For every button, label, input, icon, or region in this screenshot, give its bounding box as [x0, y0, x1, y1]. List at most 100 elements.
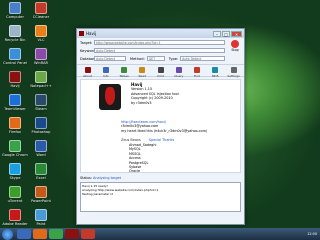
taskbar-app-icon[interactable]: [17, 229, 31, 239]
app-icon: [9, 48, 21, 60]
toolbar-button[interactable]: Find Admin: [190, 66, 205, 82]
taskbar: 12:00: [0, 228, 320, 240]
toolbar-button[interactable]: Read Files: [135, 66, 150, 82]
tool-icon: [212, 67, 219, 73]
title-bar[interactable]: Havij – □ ✕: [77, 29, 244, 38]
app-icon: [35, 209, 47, 221]
log-line: Testing parameter id: [82, 192, 114, 196]
app-icon: [35, 94, 47, 106]
taskbar-app-icon[interactable]: [81, 229, 95, 239]
app-icon: [9, 94, 21, 106]
desktop-icon-label: Computer: [6, 15, 24, 19]
app-icon: [35, 117, 47, 129]
app-icon: [79, 31, 84, 36]
tool-icon: [121, 67, 127, 73]
credits-title: Zeus Beans: [121, 138, 141, 142]
app-icon: [35, 25, 47, 37]
app-icon: [9, 117, 21, 129]
toolbar-button[interactable]: Info: [98, 66, 113, 78]
stop-icon: [231, 40, 239, 48]
desktop-icon-label: Control Panel: [3, 61, 27, 65]
toolbar-button[interactable]: Tables: [117, 66, 132, 78]
links: http://itsecteam.com/havij r3dm0v3@yahoo…: [121, 120, 207, 133]
taskbar-app-icon[interactable]: [65, 229, 79, 239]
app-icon: [35, 163, 47, 175]
tool-icon: [102, 67, 109, 73]
toolbar-button-label: About: [83, 74, 92, 78]
desktop-icon-label: VLC: [37, 38, 45, 42]
desktop-icon-label: Steam: [35, 107, 47, 111]
app-icon: [35, 71, 47, 83]
target-row: Target: http://www.website.com/index.php…: [77, 39, 228, 46]
desktop-icon-label: Google Chrome: [2, 153, 28, 157]
taskbar-app-icon[interactable]: [33, 229, 47, 239]
desktop-icon-label: Paint: [36, 222, 46, 226]
app-author: by r3dm0v3: [131, 100, 152, 105]
app-icon: [9, 186, 21, 198]
app-info: Havij Version 1.15 Advanced SQL Injectio…: [131, 82, 179, 105]
credit-item: Oracle: [129, 169, 141, 174]
keyword-row: Keyword: Auto Detect: [77, 47, 228, 54]
toolbar-button[interactable]: Cmd Shell: [153, 66, 168, 82]
database-select[interactable]: Auto Detect: [94, 56, 126, 61]
tool-icon: [84, 67, 91, 73]
start-button[interactable]: [2, 228, 13, 240]
desktop-icon-label: WinRAR: [33, 61, 49, 65]
toolbar: About Info Tables Read FilesCmd Shell Query F…: [77, 64, 244, 82]
tool-icon: [194, 67, 200, 73]
app-icon: [9, 2, 21, 14]
target-label: Target:: [80, 40, 93, 45]
desktop-icon-label: Notepad++: [30, 84, 52, 88]
toolbar-button-label: Tables: [119, 74, 129, 78]
toolbar-button[interactable]: Query: [171, 66, 186, 78]
status-value: Analysing target: [93, 176, 121, 180]
app-icon: [35, 186, 47, 198]
toolbar-button-label: Query: [174, 74, 184, 78]
toolbar-button[interactable]: MD5: [208, 66, 223, 78]
method-select[interactable]: GET: [146, 56, 165, 61]
tool-icon: [157, 67, 164, 73]
desktop-icon-label: uTorrent: [7, 199, 23, 203]
desktop-icon-label: Skype: [9, 176, 21, 180]
tool-icon: [230, 67, 237, 73]
stop-button[interactable]: Stop: [229, 40, 241, 54]
desktop-icon-label: Photoshop: [31, 130, 51, 134]
target-input[interactable]: http://www.website.com/index.php?id=1: [94, 40, 225, 45]
credits-header: Zeus Beans Special Thanks: [121, 138, 174, 142]
app-icon: [35, 2, 47, 14]
app-icon: [35, 48, 47, 60]
desktop-icon-label: Word: [36, 153, 46, 157]
stop-label: Stop: [231, 48, 239, 52]
desktop-icon-label: PowerPoint: [31, 199, 51, 203]
status-bar: Status: Analysing target: [77, 175, 244, 181]
special-thanks-link[interactable]: Special Thanks: [149, 138, 174, 142]
desktop-icon-label: Recycle Bin: [4, 38, 26, 42]
options-row: Database: Auto Detect Method: GET Type: …: [77, 55, 228, 62]
desktop-icon-label: Havij: [10, 84, 20, 88]
keyword-label: Keyword:: [80, 48, 97, 53]
credits-list: Ahmad_Sadeghi MySQL MSSQL Access PostgreSQL S…: [129, 143, 156, 174]
desktop-icon-label: Excel: [36, 176, 46, 180]
close-button[interactable]: ✕: [231, 30, 242, 37]
app-icon: [9, 25, 21, 37]
clock: 12:00: [307, 232, 317, 236]
desktop-icon-label: CCleaner: [32, 15, 50, 19]
toolbar-button-label: Info: [102, 74, 109, 78]
desktop-icon-label: Firefox: [9, 130, 21, 134]
taskbar-app-icon[interactable]: [49, 229, 63, 239]
type-label: Type:: [168, 56, 179, 61]
log-output[interactable]: Havij 1.15 ready! Analyzing http://www.we…: [80, 182, 241, 212]
toolbar-button[interactable]: Settings: [226, 66, 241, 78]
maximize-button[interactable]: □: [222, 30, 230, 37]
havij-window: Havij – □ ✕ Target: http://www.website.c…: [76, 28, 245, 225]
desktop-icon-label: TeamViewer: [4, 107, 26, 111]
about-panel: Havij Version 1.15 Advanced SQL Injectio…: [80, 79, 241, 173]
app-copyright: Copyright (c) 2009-2010: [131, 96, 173, 101]
app-icon: [9, 71, 21, 83]
keyword-input[interactable]: Auto Detect: [94, 48, 225, 53]
minimize-button[interactable]: –: [213, 30, 221, 37]
app-icon: [9, 209, 21, 221]
toolbar-button[interactable]: About: [80, 66, 95, 78]
database-label: Database:: [80, 56, 99, 61]
type-select[interactable]: Auto Detect: [180, 56, 225, 61]
